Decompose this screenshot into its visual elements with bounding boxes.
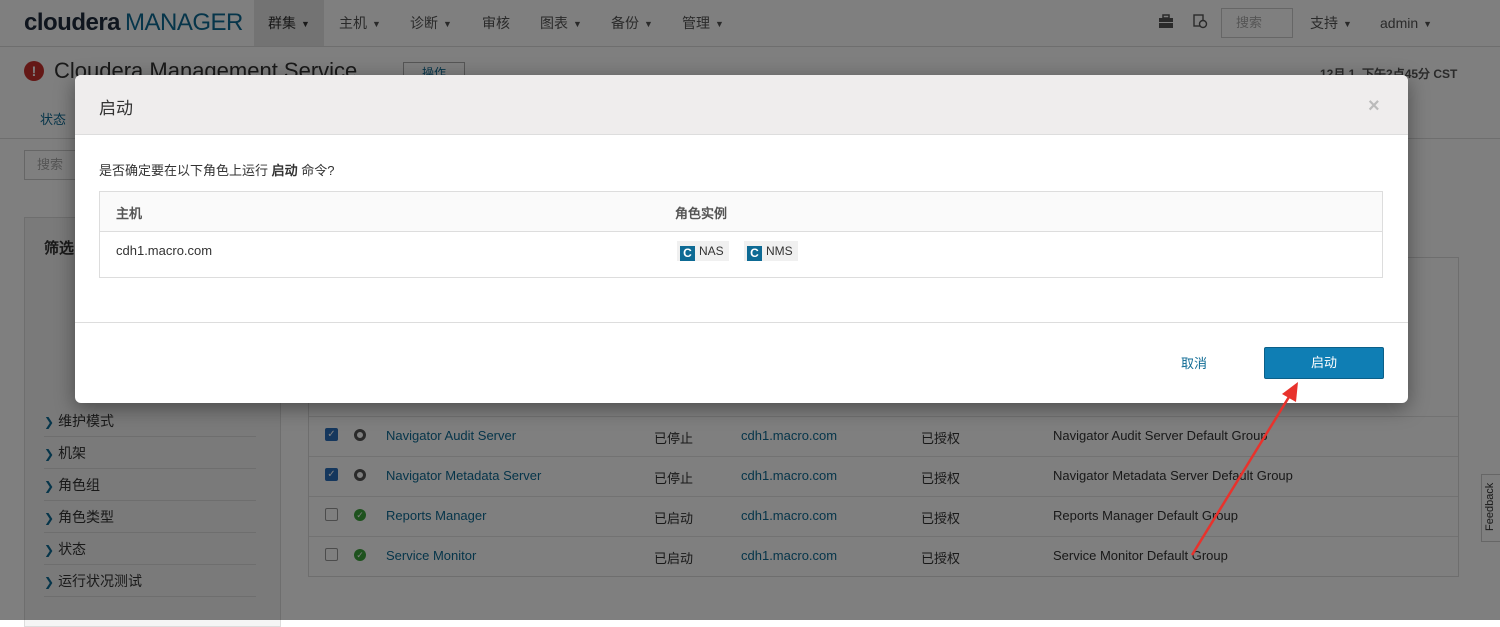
annotation-arrow <box>1190 382 1298 556</box>
